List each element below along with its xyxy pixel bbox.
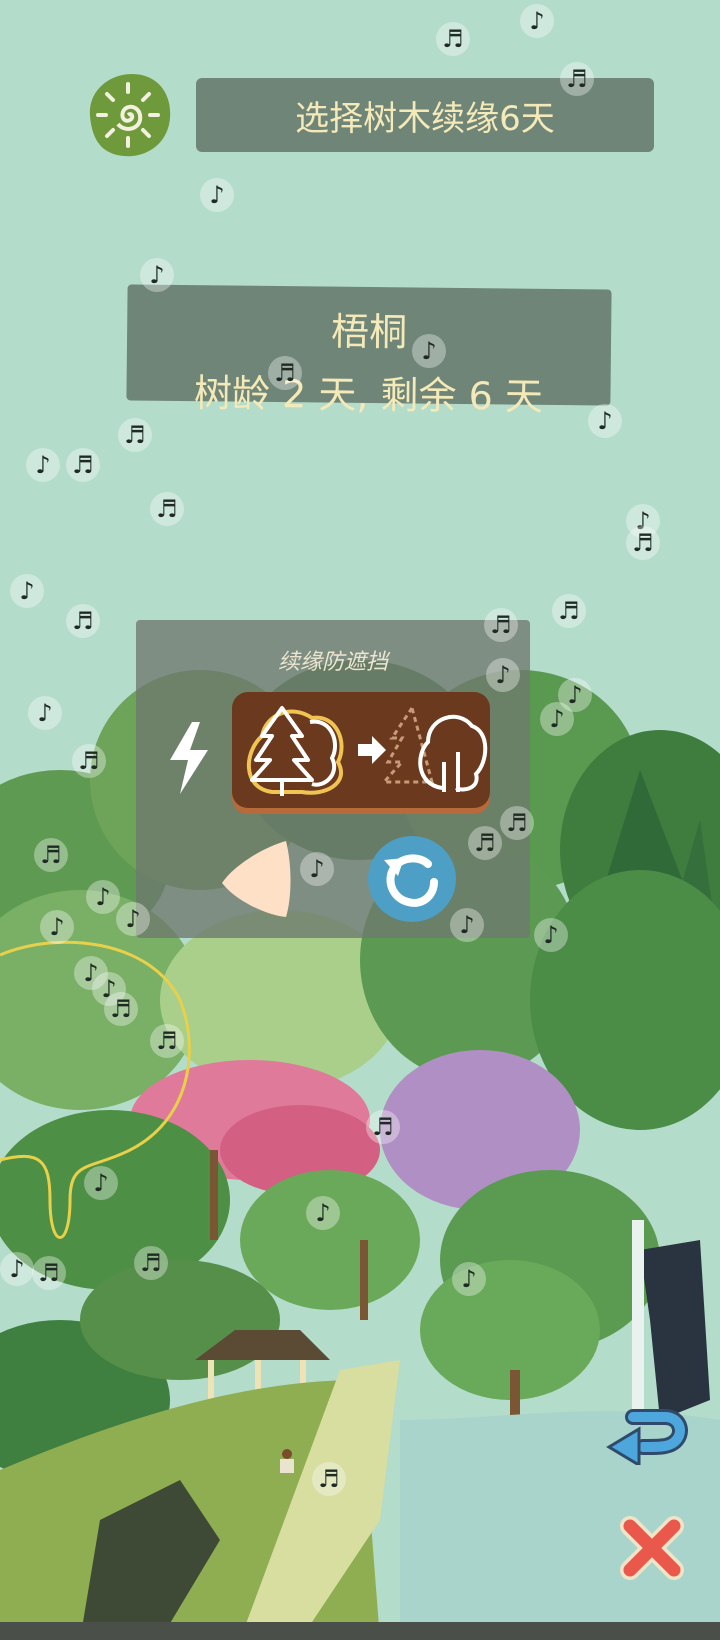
music-note-icon[interactable]: ♬ [134, 1246, 168, 1280]
music-note-icon[interactable]: ♬ [552, 594, 586, 628]
close-icon[interactable] [616, 1512, 688, 1584]
music-note-icon[interactable]: ♬ [626, 526, 660, 560]
music-note-icon[interactable]: ♪ [0, 1252, 34, 1286]
music-note-icon[interactable]: ♪ [40, 910, 74, 944]
tree-name: 梧桐 [330, 309, 408, 355]
music-note-icon[interactable]: ♬ [66, 448, 100, 482]
music-note-icon[interactable]: ♪ [86, 880, 120, 914]
music-note-icon[interactable]: ♪ [588, 404, 622, 438]
tree-transform-button[interactable] [232, 692, 490, 808]
music-note-icon[interactable]: ♪ [450, 908, 484, 942]
music-note-icon[interactable]: ♬ [118, 418, 152, 452]
tree-to-tree-icon [247, 704, 488, 796]
music-note-icon[interactable]: ♪ [116, 902, 150, 936]
music-note-icon[interactable]: ♬ [150, 492, 184, 526]
music-note-icon[interactable]: ♪ [140, 258, 174, 292]
tree-age-text: 树龄 2 天, 剩余 6 天 [193, 371, 544, 419]
music-note-icon[interactable]: ♬ [34, 838, 68, 872]
music-note-icon[interactable]: ♪ [26, 448, 60, 482]
music-note-icon[interactable]: ♬ [366, 1110, 400, 1144]
waterfall [632, 1220, 644, 1420]
triangle-left-icon[interactable] [216, 835, 296, 923]
sun-spiral-icon[interactable] [80, 68, 176, 162]
lightning-icon [170, 722, 208, 794]
music-note-icon[interactable]: ♪ [452, 1262, 486, 1296]
music-note-icon[interactable]: ♪ [28, 696, 62, 730]
music-note-icon[interactable]: ♬ [484, 608, 518, 642]
music-note-icon[interactable]: ♬ [268, 356, 302, 390]
music-note-icon[interactable]: ♪ [540, 702, 574, 736]
music-note-icon[interactable]: ♬ [436, 22, 470, 56]
music-note-icon[interactable]: ♪ [10, 574, 44, 608]
title-text: 选择树木续缘6天 [295, 98, 555, 139]
music-note-icon[interactable]: ♬ [66, 604, 100, 638]
music-note-icon[interactable]: ♬ [312, 1462, 346, 1496]
music-note-icon[interactable]: ♪ [306, 1196, 340, 1230]
music-note-icon[interactable]: ♪ [534, 918, 568, 952]
music-note-icon[interactable]: ♪ [486, 658, 520, 692]
tree-info-card: 梧桐 树龄 2 天, 剩余 6 天 [126, 284, 612, 419]
panel-title: 续缘防遮挡 [277, 650, 388, 675]
music-note-icon[interactable]: ♬ [560, 62, 594, 96]
music-note-icon[interactable]: ♬ [104, 992, 138, 1026]
refresh-icon [384, 854, 438, 907]
music-note-icon[interactable]: ♬ [468, 826, 502, 860]
music-note-icon[interactable]: ♬ [150, 1024, 184, 1058]
music-note-icon[interactable]: ♪ [300, 852, 334, 886]
music-note-icon[interactable]: ♪ [520, 4, 554, 38]
music-note-icon[interactable]: ♬ [500, 806, 534, 840]
music-note-icon[interactable]: ♬ [72, 744, 106, 778]
undo-arrow-icon[interactable] [603, 1393, 689, 1465]
music-note-icon[interactable]: ♬ [32, 1256, 66, 1290]
renew-panel: 续缘防遮挡 [136, 620, 530, 938]
music-note-icon[interactable]: ♪ [412, 334, 446, 368]
music-note-icon[interactable]: ♪ [84, 1166, 118, 1200]
music-note-icon[interactable]: ♪ [200, 178, 234, 212]
system-nav-strip [0, 1622, 720, 1640]
refresh-button[interactable] [368, 836, 456, 922]
